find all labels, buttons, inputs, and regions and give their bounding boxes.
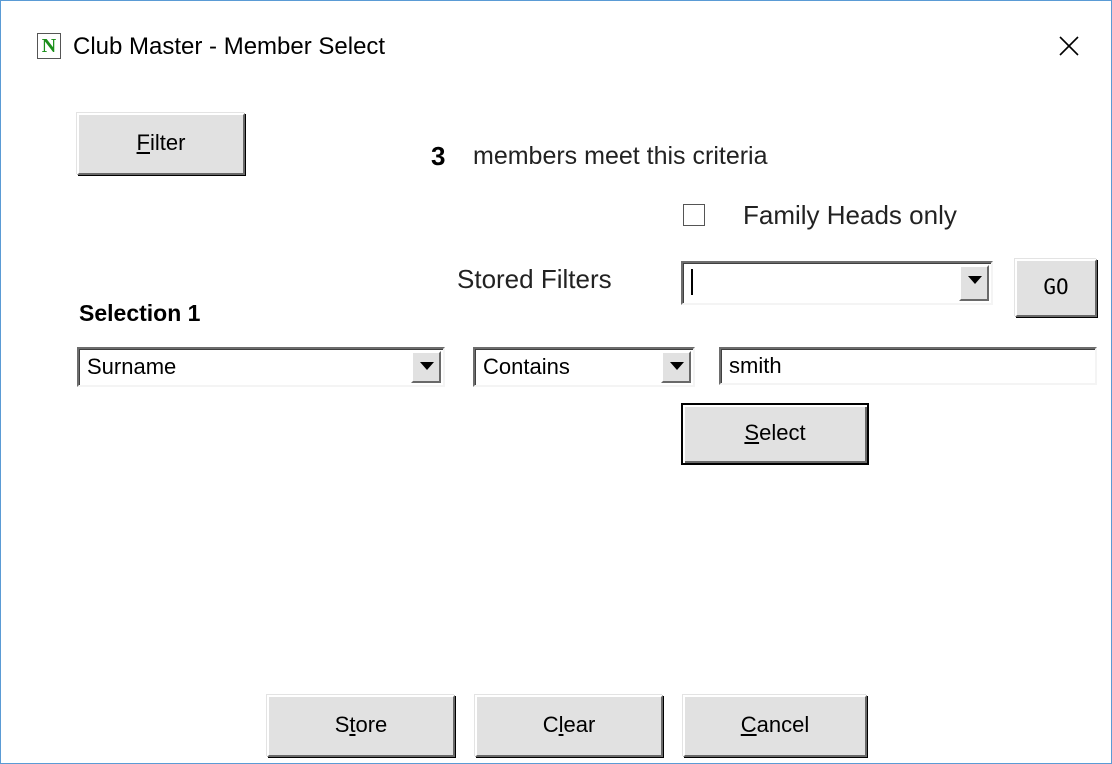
clear-button[interactable]: Clear: [475, 695, 663, 757]
family-heads-label: Family Heads only: [743, 200, 957, 230]
family-heads-checkbox[interactable]: [683, 204, 705, 226]
stored-filters-label: Stored Filters: [457, 264, 612, 294]
operator-dropdown-value: Contains: [483, 354, 570, 379]
filter-button-label: Filter: [136, 130, 186, 155]
chevron-down-icon: [420, 362, 434, 370]
clear-button-label: Clear: [542, 712, 596, 737]
criteria-value-input[interactable]: [719, 347, 1097, 385]
field-dropdown-button[interactable]: [411, 351, 441, 383]
select-button-label: Select: [744, 420, 806, 445]
store-button[interactable]: Store: [267, 695, 455, 757]
member-select-dialog: N Club Master - Member Select Filter 3 m…: [0, 0, 1112, 764]
close-icon: [1059, 36, 1079, 56]
store-button-label: Store: [334, 712, 388, 737]
field-dropdown-value: Surname: [87, 354, 177, 379]
chevron-down-icon: [670, 362, 684, 370]
stored-filters-dropdown[interactable]: [681, 261, 993, 305]
go-button-label: GO: [1043, 275, 1069, 299]
member-count-text: members meet this criteria: [473, 142, 768, 170]
select-button[interactable]: Select: [681, 403, 869, 465]
chevron-down-icon: [968, 276, 982, 284]
selection-heading: Selection 1: [79, 300, 201, 326]
go-button[interactable]: GO: [1015, 259, 1097, 317]
close-button[interactable]: [1041, 21, 1097, 73]
window-title: Club Master - Member Select: [73, 33, 386, 60]
title-bar: N Club Master - Member Select: [1, 1, 1111, 93]
cancel-button[interactable]: Cancel: [683, 695, 867, 757]
operator-dropdown-button[interactable]: [661, 351, 691, 383]
app-icon: N: [37, 33, 61, 59]
text-caret: [691, 269, 693, 295]
filter-button[interactable]: Filter: [77, 113, 245, 175]
cancel-button-label: Cancel: [740, 712, 810, 737]
member-count: 3: [431, 141, 446, 171]
stored-filters-dropdown-button[interactable]: [959, 265, 989, 301]
field-dropdown[interactable]: Surname: [77, 347, 445, 387]
operator-dropdown[interactable]: Contains: [473, 347, 695, 387]
